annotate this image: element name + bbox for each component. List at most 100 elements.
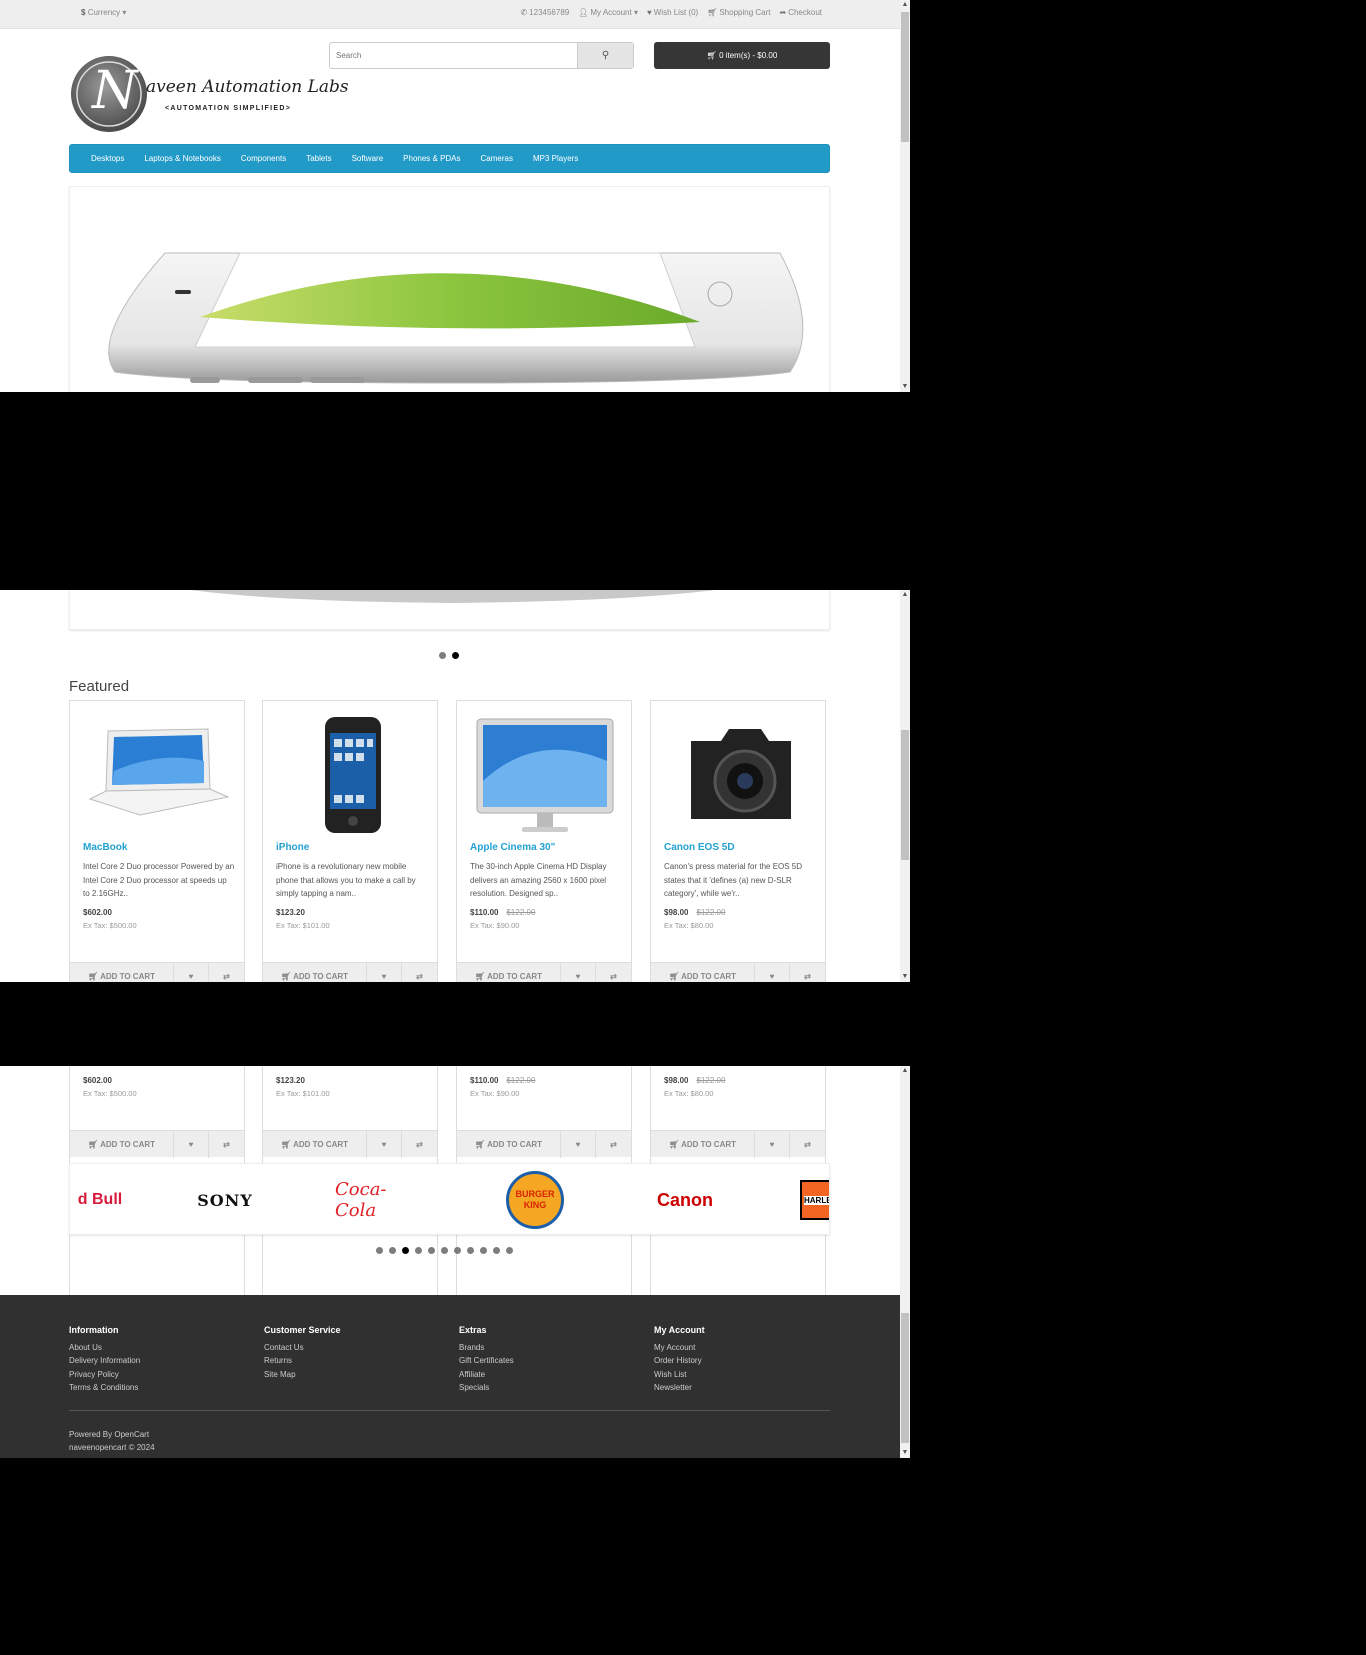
- footer-link[interactable]: Wish List: [654, 1368, 705, 1381]
- menu-item-mp3-players[interactable]: MP3 Players: [523, 154, 588, 163]
- product-name-link[interactable]: Apple Cinema 30": [470, 842, 555, 853]
- footer-link[interactable]: Affiliate: [459, 1368, 514, 1381]
- brand-dot[interactable]: [415, 1247, 422, 1254]
- product-image[interactable]: [273, 711, 429, 841]
- footer-link[interactable]: Contact Us: [264, 1341, 341, 1354]
- menu-item-phones-pdas[interactable]: Phones & PDAs: [393, 154, 470, 163]
- product-image[interactable]: [80, 711, 236, 841]
- add-to-wishlist-button[interactable]: ♥: [755, 963, 790, 982]
- add-to-wishlist-button[interactable]: ♥: [755, 1131, 790, 1158]
- currency-dropdown[interactable]: $ Currency ▾: [81, 8, 126, 17]
- checkout-link[interactable]: ➦ Checkout: [780, 8, 823, 17]
- my-account-link[interactable]: 👤︎ My Account ▾: [578, 8, 638, 17]
- footer-link[interactable]: Gift Certificates: [459, 1354, 514, 1367]
- brand-dot-active[interactable]: [402, 1247, 409, 1254]
- scrollbar-thumb[interactable]: [901, 730, 909, 860]
- scrollbar[interactable]: ▲ ▼: [900, 0, 910, 392]
- scrollbar[interactable]: ▲ ▼: [900, 1066, 910, 1458]
- brand-dot[interactable]: [441, 1247, 448, 1254]
- footer-link[interactable]: Privacy Policy: [69, 1368, 140, 1381]
- add-to-cart-button[interactable]: 🛒︎ ADD TO CART: [651, 1131, 755, 1158]
- scroll-up-icon[interactable]: ▲: [900, 590, 910, 600]
- opencart-link[interactable]: OpenCart: [114, 1430, 149, 1439]
- footer-link[interactable]: About Us: [69, 1341, 140, 1354]
- menu-item-tablets[interactable]: Tablets: [296, 154, 341, 163]
- search-input[interactable]: [330, 43, 578, 68]
- compare-button[interactable]: ⇄: [790, 963, 825, 982]
- compare-button[interactable]: ⇄: [596, 963, 631, 982]
- scrollbar-thumb[interactable]: [901, 12, 909, 142]
- brand-dot[interactable]: [454, 1247, 461, 1254]
- wish-list-link[interactable]: ♥ Wish List (0): [647, 8, 698, 17]
- menu-item-cameras[interactable]: Cameras: [471, 154, 523, 163]
- phone-link[interactable]: ✆ 123456789: [520, 8, 569, 17]
- add-to-cart-button[interactable]: 🛒︎ ADD TO CART: [457, 963, 561, 982]
- add-to-cart-button[interactable]: 🛒︎ ADD TO CART: [651, 963, 755, 982]
- compare-button[interactable]: ⇄: [209, 1131, 244, 1158]
- add-to-cart-button[interactable]: 🛒︎ ADD TO CART: [70, 1131, 174, 1158]
- add-to-wishlist-button[interactable]: ♥: [561, 1131, 596, 1158]
- footer-link[interactable]: Delivery Information: [69, 1354, 140, 1367]
- footer-link[interactable]: Site Map: [264, 1368, 341, 1381]
- footer-link[interactable]: Specials: [459, 1381, 514, 1394]
- brand-sony[interactable]: SONY: [180, 1164, 270, 1234]
- compare-button[interactable]: ⇄: [596, 1131, 631, 1158]
- compare-button[interactable]: ⇄: [402, 1131, 437, 1158]
- brand-canon[interactable]: Canon: [645, 1164, 725, 1234]
- footer-link[interactable]: Order History: [654, 1354, 705, 1367]
- brand-dot[interactable]: [389, 1247, 396, 1254]
- footer-link[interactable]: Returns: [264, 1354, 341, 1367]
- scroll-up-icon[interactable]: ▲: [900, 0, 910, 10]
- shopping-cart-link[interactable]: 🛒︎ Shopping Cart: [707, 8, 770, 17]
- menu-item-laptops-notebooks[interactable]: Laptops & Notebooks: [134, 154, 231, 163]
- cart-total-button[interactable]: 🛒︎ 0 item(s) - $0.00: [654, 42, 830, 69]
- brand-dot[interactable]: [506, 1247, 513, 1254]
- slide-dot-active[interactable]: [452, 652, 459, 659]
- product-image[interactable]: [661, 711, 817, 841]
- add-to-wishlist-button[interactable]: ♥: [367, 1131, 402, 1158]
- scrollbar[interactable]: ▲ ▼: [900, 590, 910, 982]
- brand-redbull[interactable]: d Bull: [70, 1164, 130, 1234]
- brand-burger-king[interactable]: BURGER KING: [505, 1164, 565, 1234]
- brand-harley[interactable]: HARLE: [800, 1164, 829, 1234]
- add-to-cart-button[interactable]: 🛒︎ ADD TO CART: [263, 1131, 367, 1158]
- site-logo[interactable]: N aveen Automation Labs <AUTOMATION SIMP…: [70, 55, 349, 133]
- add-to-wishlist-button[interactable]: ♥: [367, 963, 402, 982]
- footer-link[interactable]: Brands: [459, 1341, 514, 1354]
- compare-button[interactable]: ⇄: [790, 1131, 825, 1158]
- brand-dot[interactable]: [480, 1247, 487, 1254]
- footer-link[interactable]: My Account: [654, 1341, 705, 1354]
- brand-dot[interactable]: [467, 1247, 474, 1254]
- compare-button[interactable]: ⇄: [402, 963, 437, 982]
- brand-coca-cola[interactable]: Coca-Cola: [335, 1164, 415, 1234]
- product-image[interactable]: [467, 711, 623, 841]
- add-to-cart-button[interactable]: 🛒︎ ADD TO CART: [457, 1131, 561, 1158]
- scrollbar-thumb[interactable]: [901, 1313, 909, 1443]
- add-to-wishlist-button[interactable]: ♥: [174, 963, 209, 982]
- price-old: $122.00: [506, 908, 536, 917]
- search-button[interactable]: ⚲: [577, 43, 633, 68]
- scroll-down-icon[interactable]: ▼: [900, 382, 910, 392]
- menu-item-desktops[interactable]: Desktops: [81, 154, 134, 163]
- footer-link[interactable]: Newsletter: [654, 1381, 705, 1394]
- scroll-down-icon[interactable]: ▼: [900, 972, 910, 982]
- menu-item-software[interactable]: Software: [342, 154, 394, 163]
- add-to-wishlist-button[interactable]: ♥: [174, 1131, 209, 1158]
- product-name-link[interactable]: iPhone: [276, 842, 309, 853]
- price-new: $110.00: [470, 1076, 499, 1085]
- scroll-down-icon[interactable]: ▼: [900, 1448, 910, 1458]
- product-actions: 🛒︎ ADD TO CART ♥ ⇄: [651, 962, 825, 982]
- brand-dot[interactable]: [493, 1247, 500, 1254]
- add-to-cart-button[interactable]: 🛒︎ ADD TO CART: [263, 963, 367, 982]
- product-name-link[interactable]: MacBook: [83, 842, 127, 853]
- footer-link[interactable]: Terms & Conditions: [69, 1381, 140, 1394]
- add-to-wishlist-button[interactable]: ♥: [561, 963, 596, 982]
- compare-button[interactable]: ⇄: [209, 963, 244, 982]
- brand-dot[interactable]: [376, 1247, 383, 1254]
- product-name-link[interactable]: Canon EOS 5D: [664, 842, 735, 853]
- slide-dot[interactable]: [439, 652, 446, 659]
- brand-dot[interactable]: [428, 1247, 435, 1254]
- add-to-cart-button[interactable]: 🛒︎ ADD TO CART: [70, 963, 174, 982]
- menu-item-components[interactable]: Components: [231, 154, 296, 163]
- scroll-up-icon[interactable]: ▲: [900, 1066, 910, 1076]
